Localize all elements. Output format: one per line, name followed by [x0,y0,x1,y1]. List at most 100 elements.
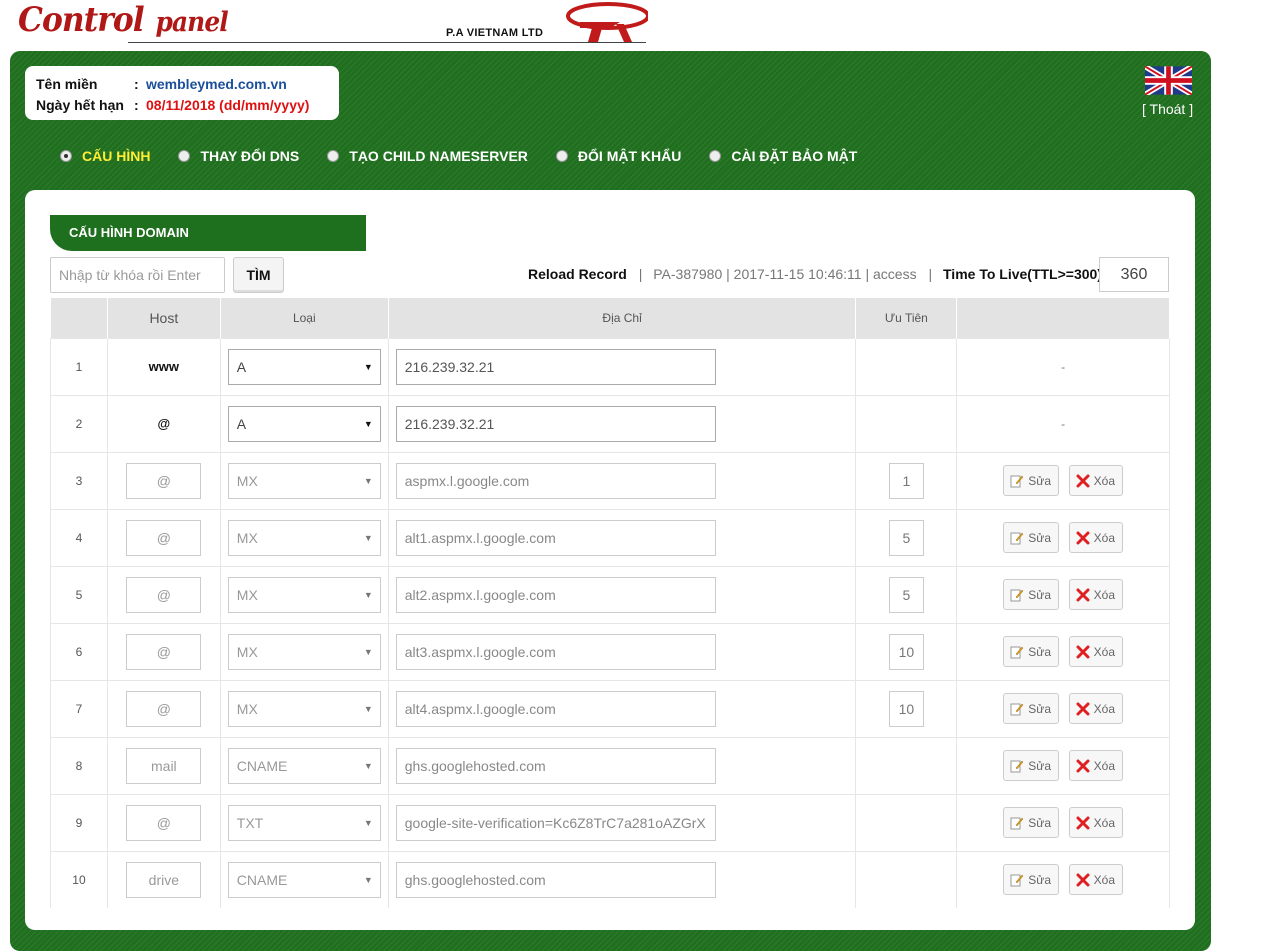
radio-icon[interactable] [709,150,722,162]
priority-field[interactable]: 10 [888,633,924,670]
tab-4[interactable]: ĐỔI MẬT KHẨU [555,148,681,164]
delete-button[interactable]: Xóa [1068,807,1123,838]
address-field[interactable]: ghs.googlehosted.com [395,747,716,784]
host-field[interactable]: @ [126,804,202,841]
edit-label: Sửa [1028,587,1052,602]
address-cell: 216.239.32.21 [388,337,857,395]
delete-button[interactable]: Xóa [1068,522,1123,553]
delete-button[interactable]: Xóa [1068,750,1123,781]
delete-button[interactable]: Xóa [1068,864,1123,896]
address-field[interactable]: alt4.aspmx.l.google.com [395,690,716,727]
tab-5[interactable]: CÀI ĐẶT BẢO MẬT [709,148,857,164]
type-value: MX [236,529,258,546]
radio-icon[interactable] [327,150,340,162]
address-field[interactable]: 216.239.32.21 [395,405,716,442]
expiry-label: Ngày hết hạn [36,96,124,113]
dropdown-arrow-icon: ▼ [363,874,373,885]
host-field[interactable]: @ [126,519,202,556]
edit-button[interactable]: Sửa [1003,693,1060,724]
edit-icon [1010,589,1024,601]
host-field[interactable]: @ [126,690,202,727]
delete-button[interactable]: Xóa [1068,579,1123,610]
host-field[interactable]: @ [126,633,202,670]
priority-cell: 5 [855,508,958,566]
type-select[interactable]: MX ▼ [227,462,381,499]
type-select[interactable]: TXT ▼ [227,804,381,841]
type-select[interactable]: MX ▼ [227,576,381,613]
edit-icon [1010,760,1024,772]
uk-flag-icon[interactable] [1145,66,1192,95]
ttl-label: Time To Live(TTL>=300): [943,266,1107,282]
type-cell: MX ▼ [220,679,389,737]
priority-field[interactable]: 10 [888,690,924,727]
address-field[interactable]: aspmx.l.google.com [395,462,716,499]
table-row: 5 @ MX ▼ alt2.aspmx.l.google.com 5 Sửa Xóa [50,565,1170,623]
table-row: 3 @ MX ▼ aspmx.l.google.com 1 Sửa Xóa [50,451,1170,509]
row-number: 8 [50,736,108,794]
tab-label: TẠO CHILD NAMESERVER [349,148,528,164]
ttl-input[interactable] [1099,257,1169,292]
table-row: 1 www A ▼ 216.239.32.21- [50,337,1170,395]
type-select[interactable]: MX ▼ [227,633,381,670]
host-cell: @ [107,451,221,509]
host-cell: @ [107,793,221,851]
tab-1[interactable]: CẤU HÌNH [60,148,150,164]
address-field[interactable]: google-site-verification=Kc6Z8TrC7a281oA… [395,804,716,841]
priority-field[interactable]: 5 [888,519,924,556]
address-field[interactable]: alt2.aspmx.l.google.com [395,576,716,613]
delete-button[interactable]: Xóa [1068,465,1123,496]
radio-icon[interactable] [555,150,568,162]
type-select[interactable]: A ▼ [227,405,381,442]
reload-record-link[interactable]: Reload Record [528,266,627,282]
tab-2[interactable]: THAY ĐỔI DNS [178,148,299,164]
host-field[interactable]: mail [126,747,202,784]
address-field[interactable]: alt1.aspmx.l.google.com [395,519,716,556]
no-action-dash: - [1061,360,1066,374]
type-cell: MX ▼ [220,565,389,623]
header-address: Địa Chỉ [388,298,857,338]
type-value: CNAME [236,871,288,888]
row-number: 6 [50,622,108,680]
actions-cell: Sửa Xóa [956,622,1170,680]
address-field[interactable]: 216.239.32.21 [395,348,716,385]
search-input[interactable] [50,257,225,293]
tab-3[interactable]: TẠO CHILD NAMESERVER [327,148,528,164]
type-select[interactable]: A ▼ [227,348,381,385]
edit-button[interactable]: Sửa [1003,636,1060,667]
edit-icon [1010,532,1024,544]
language-switch[interactable] [1145,66,1193,95]
address-field[interactable]: ghs.googlehosted.com [395,861,716,898]
delete-button[interactable]: Xóa [1068,636,1123,667]
address-field[interactable]: alt3.aspmx.l.google.com [395,633,716,670]
edit-button[interactable]: Sửa [1003,579,1060,610]
type-select[interactable]: MX ▼ [227,690,381,727]
type-select[interactable]: MX ▼ [227,519,381,556]
edit-button[interactable]: Sửa [1003,807,1060,838]
type-cell: CNAME ▼ [220,736,389,794]
control-panel-logo[interactable]: Control panel [18,0,229,40]
search-button[interactable]: TÌM [233,257,284,293]
host-field[interactable]: @ [126,462,202,499]
delete-button[interactable]: Xóa [1068,693,1123,724]
actions-cell: Sửa Xóa [956,679,1170,737]
radio-icon[interactable] [178,150,191,162]
type-select[interactable]: CNAME ▼ [227,861,381,898]
logout-link[interactable]: [ Thoát ] [1142,101,1193,117]
type-select[interactable]: CNAME ▼ [227,747,381,784]
host-field[interactable]: @ [126,576,202,613]
priority-field[interactable]: 5 [888,576,924,613]
type-value: MX [236,643,258,660]
table-row: 9 @ TXT ▼ google-site-verification=Kc6Z8TrC7… [50,793,1170,851]
edit-button[interactable]: Sửa [1003,522,1060,553]
host-field[interactable]: drive [126,861,202,898]
table-row: 7 @ MX ▼ alt4.aspmx.l.google.com 10 Sửa Xóa [50,679,1170,737]
edit-button[interactable]: Sửa [1003,750,1060,781]
delete-icon [1076,702,1090,715]
edit-icon [1010,475,1024,487]
radio-icon[interactable] [60,150,72,162]
priority-field[interactable]: 1 [888,462,924,499]
tab-label: THAY ĐỔI DNS [200,148,300,164]
edit-button[interactable]: Sửa [1003,465,1060,496]
delete-icon [1076,474,1090,487]
edit-button[interactable]: Sửa [1003,864,1060,896]
